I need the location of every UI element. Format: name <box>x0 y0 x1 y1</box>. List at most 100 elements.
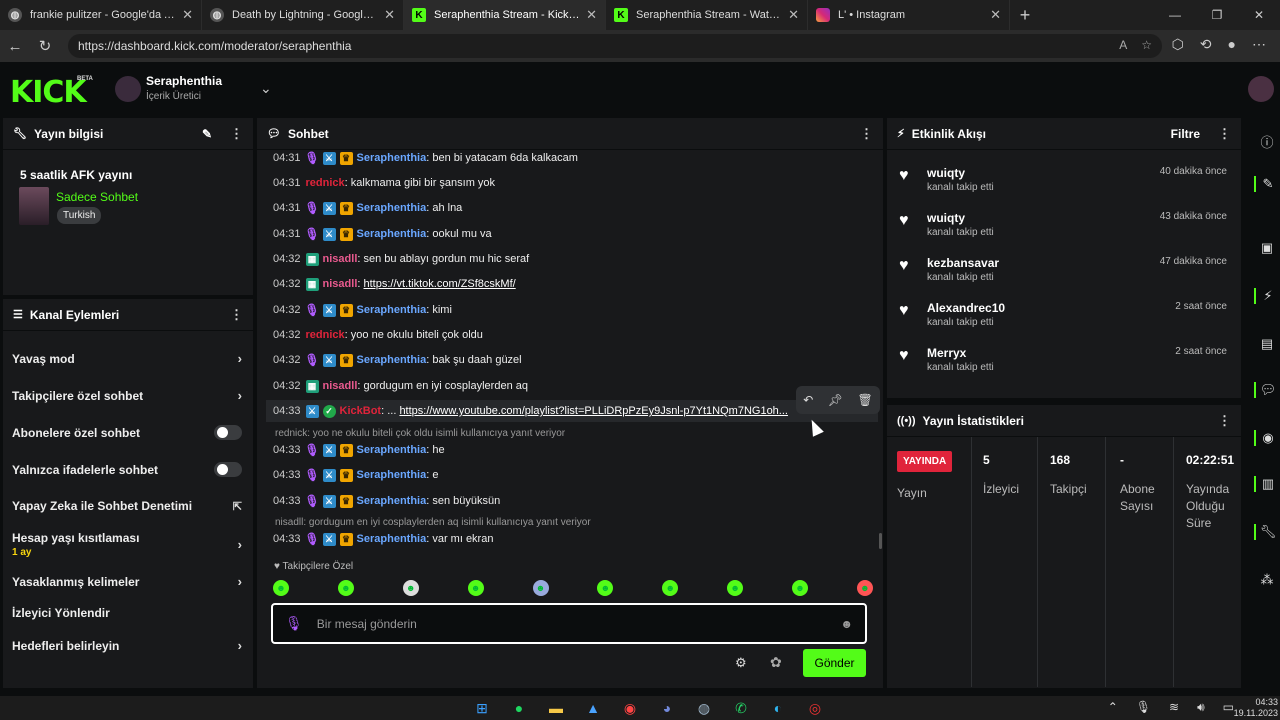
windows-start-icon[interactable]: ⊞ <box>470 698 494 718</box>
broadcaster-badge-icon[interactable]: 🎙︎ <box>304 151 319 165</box>
event-username[interactable]: Alexandrec10 <box>927 301 1005 315</box>
emotes-only-toggle[interactable] <box>214 462 242 477</box>
chat-message[interactable]: 04:31 🎙︎ ⚔ ♛ Seraphenthia: ah lna <box>273 200 462 216</box>
history-icon[interactable]: ⟲ <box>1200 36 1212 53</box>
back-icon[interactable]: ← <box>0 38 30 55</box>
filter-button[interactable]: Filtre <box>1171 127 1200 141</box>
reload-icon[interactable]: ↻ <box>30 37 60 55</box>
event-username[interactable]: wuiqty <box>927 166 965 180</box>
broadcast-icon[interactable]: ◉ <box>1254 430 1280 446</box>
message-username[interactable]: rednick <box>306 177 345 189</box>
menu-dots-icon[interactable]: ⋯ <box>1252 36 1266 53</box>
subscriber-badge-icon[interactable]: ▦ <box>305 252 319 266</box>
event-username[interactable]: kezbansavar <box>927 256 999 270</box>
channel-avatar[interactable] <box>115 76 141 102</box>
photos-icon[interactable]: ▲ <box>581 698 605 718</box>
emote-icon[interactable]: ☻ <box>467 580 484 596</box>
chat-message[interactable]: 04:32 rednick: yoo ne okulu biteli çok ol… <box>273 327 483 343</box>
emote-icon[interactable]: ☻ <box>792 580 808 596</box>
edit-pencil-icon[interactable]: ✎ <box>202 127 212 141</box>
broadcaster-badge-icon[interactable]: 🎙︎ <box>304 532 319 546</box>
action-ai-moderation[interactable]: Yapay Zeka ile Sohbet Denetimi ⇱ <box>12 499 242 513</box>
chat-message[interactable]: 04:32 ▦ nisadll: sen bu ablayı gordun mu h… <box>273 251 529 267</box>
message-username[interactable]: Seraphenthia <box>357 533 427 545</box>
chrome-icon[interactable]: ◉ <box>618 698 642 718</box>
broadcaster-badge-icon[interactable]: 🎙︎ <box>304 494 319 508</box>
emote-icon[interactable]: ☻ <box>273 580 289 596</box>
browser-tab[interactable]: ◍ Death by Lightning - Google'da A ✕ <box>202 0 404 30</box>
activity-event[interactable]: ♥ Alexandrec10 kanalı takip etti 2 saat önc… <box>899 301 1227 331</box>
moderator-badge-icon[interactable]: ⚔ <box>305 404 319 418</box>
edge-icon[interactable]: ◐ <box>766 698 790 718</box>
more-options-icon[interactable]: ⋮ <box>230 307 243 323</box>
emoji-picker-icon[interactable]: ☻ <box>840 617 853 631</box>
wrench-icon[interactable]: 🔧︎ <box>1254 524 1280 540</box>
apps-icon[interactable]: ⁂ <box>1254 572 1280 588</box>
emote-icon[interactable]: ☻ <box>856 580 873 596</box>
moderator-badge-icon[interactable]: ⚔ <box>322 227 336 241</box>
chevron-up-icon[interactable]: ⌃ <box>1108 700 1118 715</box>
screen-icon[interactable]: ▣ <box>1254 240 1280 256</box>
reply-context[interactable]: nisadll: gordugum en iyi cosplaylerden a… <box>275 517 591 528</box>
chat-icon[interactable]: 💬︎ <box>1254 382 1280 398</box>
chevron-down-icon[interactable]: ⌄ <box>260 80 272 97</box>
message-username[interactable]: Seraphenthia <box>357 469 427 481</box>
crown-badge-icon[interactable]: ♛ <box>339 227 353 241</box>
app-icon[interactable]: ◎ <box>803 698 827 718</box>
subscribers-only-toggle[interactable] <box>214 425 242 440</box>
more-options-icon[interactable]: ⋮ <box>860 126 873 142</box>
activity-event[interactable]: ♥ wuiqty kanalı takip etti 43 dakika önce <box>899 211 1227 241</box>
subscriber-badge-icon[interactable]: ▦ <box>305 277 319 291</box>
action-host-viewers[interactable]: İzleyici Yönlendir <box>12 606 242 620</box>
moderator-badge-icon[interactable]: ⚔ <box>322 468 336 482</box>
message-username[interactable]: Seraphenthia <box>357 444 427 456</box>
favorite-star-icon[interactable]: ☆ <box>1141 38 1152 52</box>
close-tab-icon[interactable]: ✕ <box>384 7 395 23</box>
chat-message[interactable]: 04:33 🎙︎ ⚔ ♛ Seraphenthia: he <box>273 442 445 458</box>
reply-icon[interactable]: ↶ <box>803 393 813 407</box>
message-username[interactable]: nisadll <box>323 380 358 392</box>
activity-event[interactable]: ♥ wuiqty kanalı takip etti 40 dakika önce <box>899 166 1227 196</box>
message-username[interactable]: Seraphenthia <box>357 228 427 240</box>
close-tab-icon[interactable]: ✕ <box>788 7 799 23</box>
file-explorer-icon[interactable]: ▬ <box>544 698 568 718</box>
close-window-icon[interactable]: ✕ <box>1238 0 1280 30</box>
moderator-badge-icon[interactable]: ⚔ <box>322 494 336 508</box>
kick-logo[interactable]: KICK <box>10 75 87 110</box>
channel-name[interactable]: Seraphenthia <box>146 74 222 88</box>
lightning-icon[interactable]: ⚡︎ <box>1254 288 1280 304</box>
action-slow-mode[interactable]: Yavaş mod › <box>12 351 242 366</box>
extensions-icon[interactable]: ⬡ <box>1172 36 1184 53</box>
pin-icon[interactable]: 📌︎ <box>828 393 843 407</box>
stream-icon[interactable]: ▥ <box>1254 476 1280 492</box>
trash-icon[interactable]: 🗑︎ <box>858 393 873 407</box>
discord-icon[interactable]: ◕ <box>655 698 679 718</box>
crown-badge-icon[interactable]: ♛ <box>339 151 353 165</box>
activity-event[interactable]: ♥ kezbansavar kanalı takip etti 47 dakika ö… <box>899 256 1227 286</box>
url-field[interactable]: https://dashboard.kick.com/moderator/ser… <box>68 34 1162 58</box>
browser-tab[interactable]: K Seraphenthia Stream - Watch Live ✕ <box>606 0 808 30</box>
browser-tab[interactable]: L' • Instagram ✕ <box>808 0 1010 30</box>
document-icon[interactable]: ▤ <box>1254 336 1280 352</box>
stream-category[interactable]: Sadece Sohbet <box>56 190 138 204</box>
close-tab-icon[interactable]: ✕ <box>182 7 193 23</box>
reply-context[interactable]: rednick: yoo ne okulu biteli çok oldu is… <box>275 428 565 439</box>
message-username[interactable]: Seraphenthia <box>357 152 427 164</box>
broadcaster-badge-icon[interactable]: 🎙︎ <box>304 201 319 215</box>
spotify-icon[interactable]: ● <box>507 698 531 718</box>
message-username[interactable]: Seraphenthia <box>357 495 427 507</box>
message-username[interactable]: KickBot <box>340 405 382 417</box>
event-username[interactable]: wuiqty <box>927 211 965 225</box>
more-options-icon[interactable]: ⋮ <box>1218 126 1231 142</box>
chat-message[interactable]: 04:31 🎙︎ ⚔ ♛ Seraphenthia: ben bi yatacam 6d… <box>273 150 578 166</box>
chat-message[interactable]: 04:33 🎙︎ ⚔ ♛ Seraphenthia: e <box>273 467 438 483</box>
send-button[interactable]: Gönder <box>803 649 866 677</box>
chat-scrollbar[interactable] <box>879 533 882 549</box>
whatsapp-icon[interactable]: ✆ <box>729 698 753 718</box>
more-options-icon[interactable]: ⋮ <box>230 126 243 142</box>
maximize-icon[interactable]: ❐ <box>1196 0 1238 30</box>
message-username[interactable]: Seraphenthia <box>357 354 427 366</box>
action-banned-words[interactable]: Yasaklanmış kelimeler › <box>12 574 242 589</box>
broadcaster-badge-icon[interactable]: 🎙︎ <box>304 227 319 241</box>
chat-message[interactable]: 04:32 ▦ nisadll: https://vt.tiktok.com/ZSf… <box>273 276 516 292</box>
